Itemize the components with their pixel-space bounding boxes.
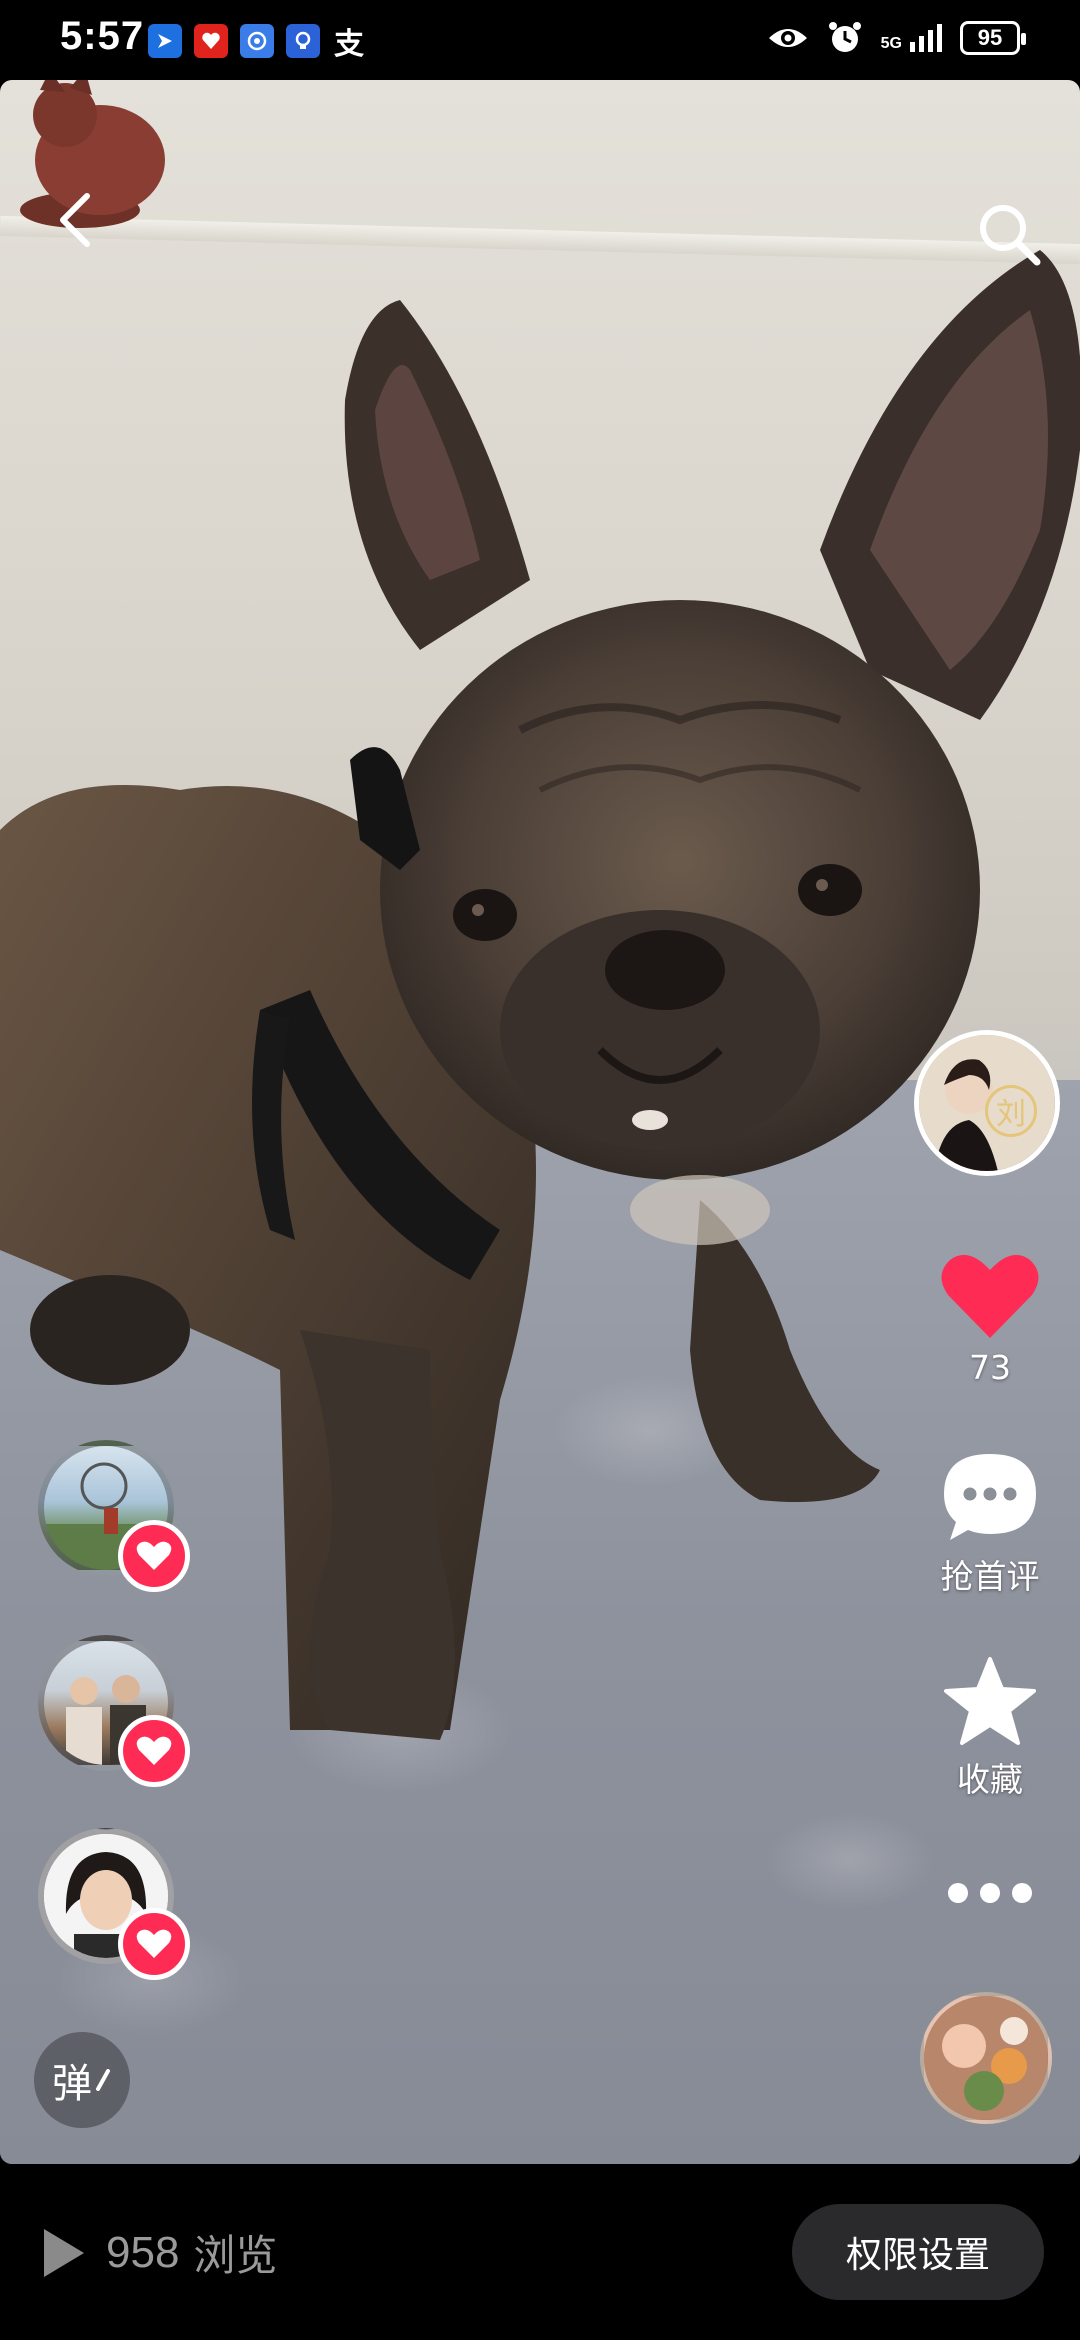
liker-heart-badge [118,1520,190,1592]
permission-settings-button[interactable]: 权限设置 [792,2204,1044,2300]
music-disc-image [924,1996,1048,2120]
bulb-app-icon [286,24,320,58]
danmaku-toggle-button[interactable]: 弹 [34,2032,130,2128]
more-dots-icon [948,1883,1032,1903]
search-button[interactable] [970,195,1050,275]
battery-icon: 95 [960,21,1026,55]
views-info: 958 浏览 [44,2222,277,2283]
status-time: 5:57 [60,14,145,58]
liker-avatar[interactable] [38,1828,190,1980]
danmaku-label: 弹 [52,2061,92,2107]
signal-icon: 5G [881,24,942,52]
play-icon [44,2228,84,2277]
author-avatar[interactable]: 刘 [914,1030,1060,1176]
heart-icon [136,1929,172,1958]
views-count: 958 [106,2227,180,2277]
slash-icon [96,2069,110,2091]
red-app-icon [194,24,228,58]
bottom-bar: 958 浏览 权限设置 [0,2164,1080,2340]
views-label: 浏览 [193,2231,278,2280]
blue-compass-app-icon [240,24,274,58]
more-button[interactable] [920,1880,1060,1906]
blue-arrow-app-icon [148,24,182,58]
like-button[interactable]: 73 [920,1250,1060,1387]
status-right: 5G 95 [767,20,1026,56]
alarm-icon [828,22,861,52]
status-bar: 5:57 支 5G 95 [0,0,1080,80]
music-disc-button[interactable] [920,1992,1052,2124]
author-badge: 刘 [985,1085,1037,1137]
heart-icon [941,1254,1039,1338]
notification-icons: 支 [148,24,366,62]
liker-avatar[interactable] [38,1635,190,1787]
back-button[interactable] [40,185,110,255]
eye-icon [768,29,807,47]
chevron-left-icon [60,193,90,247]
heart-icon [136,1736,172,1765]
battery-level: 95 [977,25,1003,50]
favorite-button[interactable]: 收藏 [920,1655,1060,1801]
search-icon [980,205,1041,266]
comment-icon [944,1454,1036,1540]
like-count: 73 [969,1348,1011,1387]
comment-label: 抢首评 [940,1557,1040,1596]
comment-button[interactable]: 抢首评 [920,1450,1060,1598]
heart-icon [136,1541,172,1570]
liker-heart-badge [118,1715,190,1787]
favorite-label: 收藏 [957,1760,1023,1799]
liker-avatar[interactable] [38,1440,190,1592]
liker-heart-badge [118,1908,190,1980]
star-icon [944,1657,1036,1745]
alipay-icon: 支 [334,27,364,62]
